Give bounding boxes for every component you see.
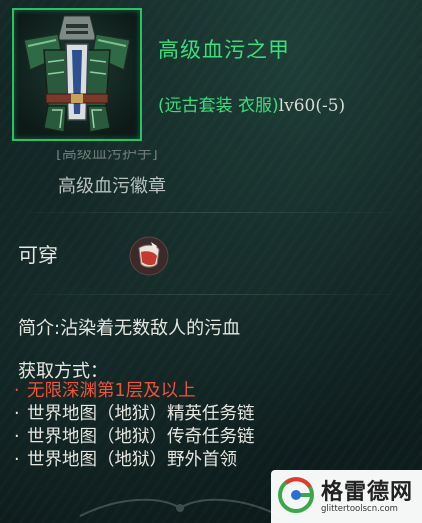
watermark: 格雷德网 glittertoolscn.com (271, 470, 422, 523)
watermark-url: glittertoolscn.com (321, 504, 398, 514)
bottom-ornament (79, 498, 281, 517)
item-name: 高级血污之甲 (158, 38, 290, 62)
item-level: lv60(-5) (278, 96, 346, 116)
divider (0, 294, 422, 295)
armor-chestplate-icon[interactable] (12, 8, 142, 141)
obtain-item: · 世界地图（地狱）精英任务链 (14, 404, 255, 424)
set-piece-badge: 高级血污徽章 (58, 176, 166, 197)
cloth-wearable-icon (127, 234, 171, 278)
obtain-list: · 无限深渊第1层及以上 · 世界地图（地狱）精英任务链 · 世界地图（地狱）传奇任务… (14, 380, 255, 472)
obtain-item: · 无限深渊第1层及以上 (14, 381, 196, 401)
item-type-line: (远古套装 衣服)lv60(-5) (158, 91, 345, 116)
obtain-item: · 世界地图（地狱）野外首领 (14, 450, 237, 470)
item-description: 简介:沾染着无数敌人的污血 (18, 318, 241, 339)
item-tooltip-panel: 高级血污之甲 (远古套装 衣服)lv60(-5) [高级血污护手] 高级血污徽章… (0, 0, 422, 523)
item-set-type: (远古套装 衣服) (158, 96, 279, 116)
wearable-label: 可穿 (18, 243, 58, 267)
site-logo-icon (278, 477, 314, 513)
watermark-title: 格雷德网 (321, 480, 414, 505)
divider (0, 212, 422, 213)
obtain-item: · 世界地图（地狱）传奇任务链 (14, 427, 255, 447)
partial-set-line: [高级血污护手] (56, 150, 158, 162)
